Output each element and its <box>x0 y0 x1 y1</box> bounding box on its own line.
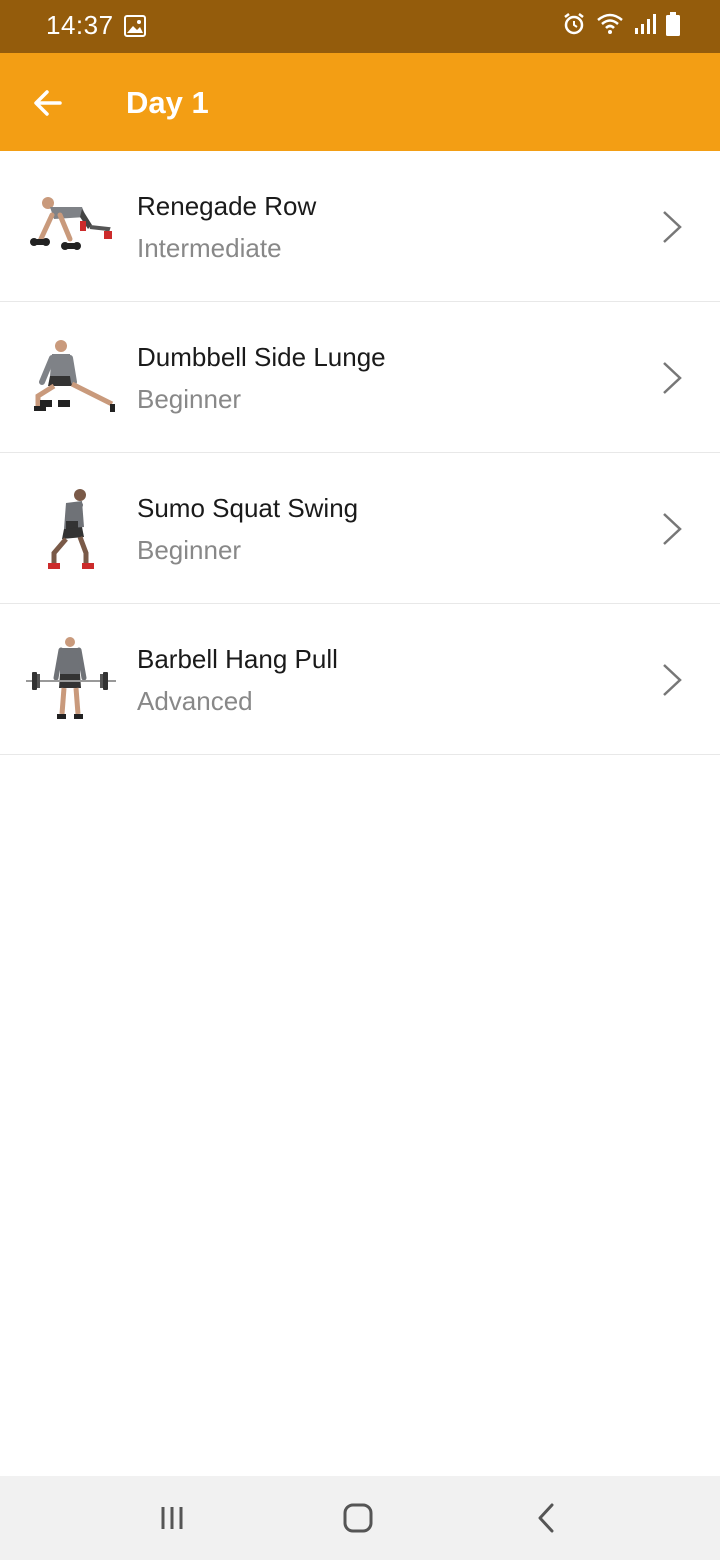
wifi-icon <box>596 12 624 41</box>
exercise-name: Renegade Row <box>137 191 317 221</box>
status-bar: 14:37 <box>0 0 720 53</box>
back-icon <box>538 1503 554 1533</box>
exercise-level: Intermediate <box>137 233 282 263</box>
exercise-name: Barbell Hang Pull <box>137 644 338 674</box>
exercise-level: Beginner <box>137 384 242 414</box>
exercise-name: Dumbbell Side Lunge <box>137 342 386 372</box>
chevron-right-icon <box>660 360 684 401</box>
list-item[interactable]: Sumo Squat Swing Beginner <box>0 453 720 604</box>
system-nav-bar <box>0 1476 720 1560</box>
status-time: 14:37 <box>46 10 114 40</box>
gallery-icon <box>124 15 146 42</box>
exercise-thumbnail <box>24 483 118 577</box>
alarm-icon <box>562 12 586 41</box>
list-item[interactable]: Barbell Hang Pull Advanced <box>0 604 720 755</box>
home-button[interactable] <box>338 1498 378 1538</box>
list-item[interactable]: Dumbbell Side Lunge Beginner <box>0 302 720 453</box>
system-back-button[interactable] <box>526 1498 566 1538</box>
back-button[interactable] <box>22 77 74 129</box>
home-icon <box>343 1503 373 1533</box>
battery-icon <box>666 12 680 41</box>
chevron-right-icon <box>660 209 684 250</box>
recents-button[interactable] <box>152 1498 192 1538</box>
chevron-right-icon <box>660 662 684 703</box>
exercise-thumbnail <box>24 332 118 426</box>
signal-icon <box>634 12 656 41</box>
exercise-thumbnail <box>24 634 118 728</box>
exercise-thumbnail <box>24 181 118 275</box>
recents-icon <box>161 1507 183 1529</box>
chevron-right-icon <box>660 511 684 552</box>
arrow-left-icon <box>34 90 62 116</box>
page-title: Day 1 <box>126 85 209 120</box>
exercise-level: Advanced <box>137 686 253 716</box>
status-icons <box>562 12 680 41</box>
exercise-list: Renegade Row Intermediate Dumbbell Side … <box>0 151 720 755</box>
list-item[interactable]: Renegade Row Intermediate <box>0 151 720 302</box>
exercise-name: Sumo Squat Swing <box>137 493 359 523</box>
exercise-level: Beginner <box>137 535 242 565</box>
app-bar: Day 1 <box>0 53 720 151</box>
